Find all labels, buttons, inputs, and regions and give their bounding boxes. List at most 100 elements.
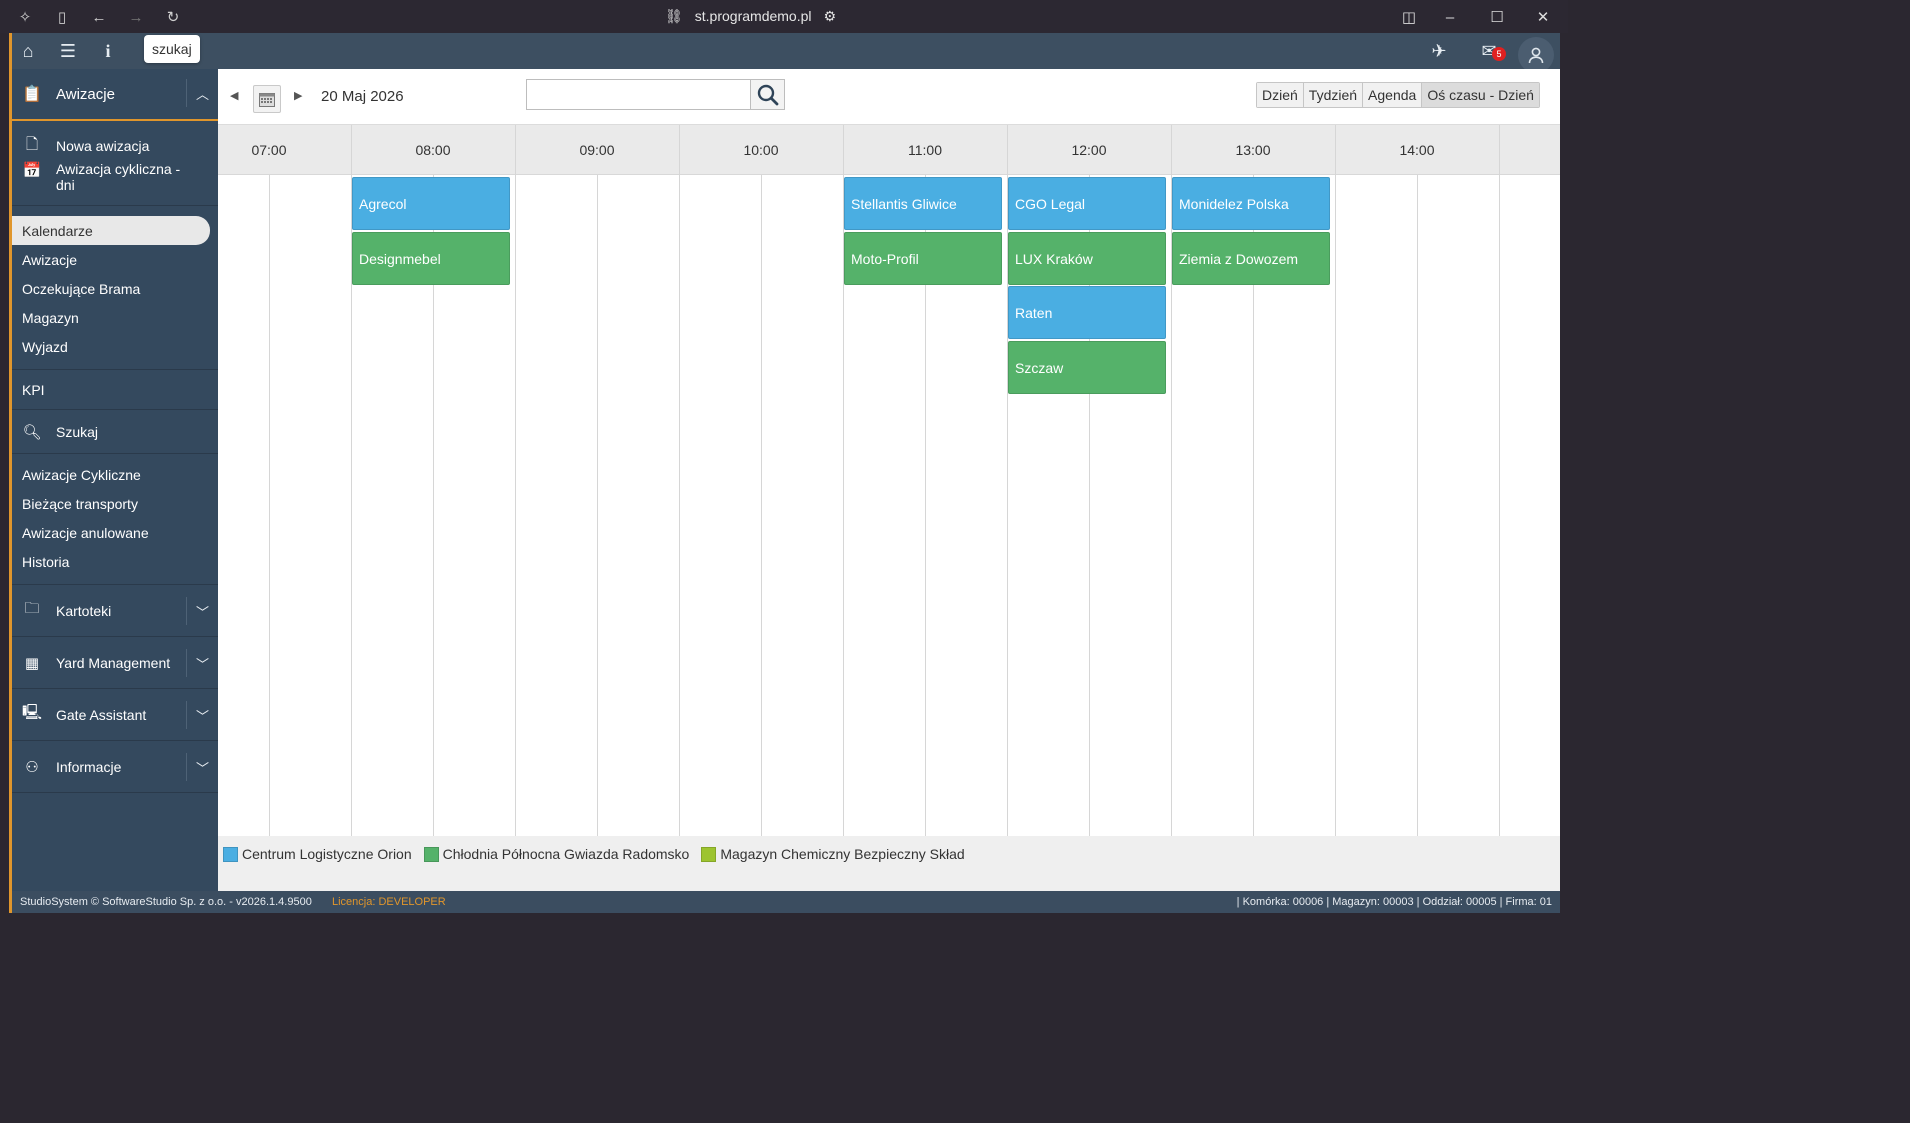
sidebar-item-awizacje-cykliczne[interactable]: Awizacje Cykliczne bbox=[12, 460, 218, 489]
close-window-icon[interactable]: ✕ bbox=[1532, 6, 1554, 28]
search-icon bbox=[757, 84, 778, 105]
sidebar-item-kalendarze[interactable]: Kalendarze bbox=[12, 216, 210, 245]
calendar-toolbar: ◀ ▶ 20 Maj 2026 Dzień Tydzień Agenda Oś … bbox=[218, 69, 1560, 124]
prev-day-icon[interactable]: ◀ bbox=[230, 89, 238, 102]
sidebar-section-gate-assistant[interactable]: 🖳 Gate Assistant ﹀ bbox=[12, 689, 218, 741]
legend-label: Centrum Logistyczne Orion bbox=[242, 846, 412, 862]
search-button[interactable] bbox=[750, 79, 785, 110]
calendar-event[interactable]: Agrecol bbox=[352, 177, 510, 230]
legend-swatch bbox=[701, 846, 717, 862]
sidebar-item-awizacje-anulowane[interactable]: Awizacje anulowane bbox=[12, 518, 218, 547]
user-avatar-icon[interactable] bbox=[1518, 37, 1554, 73]
legend-label: Magazyn Chemiczny Bezpieczny Skład bbox=[720, 846, 965, 862]
split-view-icon[interactable]: ◫ bbox=[1398, 6, 1420, 28]
sidebar-section-informacje[interactable]: ⚇ Informacje ﹀ bbox=[12, 741, 218, 793]
home-icon[interactable]: ⌂ bbox=[17, 41, 39, 61]
calendar-event[interactable]: Szczaw bbox=[1008, 340, 1166, 394]
link-icon: ⛓ bbox=[665, 7, 683, 24]
presenter-icon: 🖳 bbox=[22, 704, 43, 721]
sidebar-actions: 🗋 Nowa awizacja 📅 Awizacja cykliczna - d… bbox=[12, 121, 218, 206]
clipboard-icon: 📋 bbox=[22, 86, 42, 103]
folder-icon: 🗀 bbox=[24, 600, 40, 617]
browser-toolbar: ✧ ▯ ← → ↻ ⛓ st.programdemo.pl ⚙ ◫ – ☐ ✕ bbox=[0, 0, 1568, 33]
grid-line bbox=[1499, 125, 1500, 836]
forward-icon[interactable]: → bbox=[126, 7, 146, 27]
sidebar-item-wyjazd[interactable]: Wyjazd bbox=[12, 332, 218, 361]
sidebar-section-kartoteki[interactable]: 🗀 Kartoteki ﹀ bbox=[12, 585, 218, 637]
view-day-button[interactable]: Dzień bbox=[1257, 83, 1304, 107]
grid-line bbox=[761, 175, 762, 836]
chevron-down-icon[interactable]: ﹀ bbox=[186, 649, 218, 677]
copyright-text: StudioSystem © SoftwareStudio Sp. z o.o.… bbox=[20, 896, 312, 908]
chevron-down-icon[interactable]: ﹀ bbox=[186, 753, 218, 781]
calendar-event[interactable]: Stellantis Gliwice bbox=[844, 177, 1002, 230]
menu-collapse-icon[interactable]: ☰ bbox=[57, 41, 79, 61]
legend-item: Magazyn Chemiczny Bezpieczny Skład bbox=[701, 846, 965, 862]
sidebar-section-yard-management[interactable]: ▦ Yard Management ﹀ bbox=[12, 637, 218, 689]
calendar-event[interactable]: Ziemia z Dowozem bbox=[1172, 231, 1330, 285]
hour-label: 10:00 bbox=[743, 142, 779, 158]
plane-icon[interactable]: ✈ bbox=[1428, 41, 1450, 61]
calendar-event[interactable]: Raten bbox=[1008, 286, 1166, 339]
sidebar-item-szukaj[interactable]: 🔍︎ Szukaj bbox=[12, 410, 218, 454]
sidebar-header-label: Awizacje bbox=[56, 85, 115, 103]
sidebar: 📋 Awizacje ︿ 🗋 Nowa awizacja 📅 Awizacja … bbox=[12, 69, 218, 891]
app-topbar: ⌂ ☰ i szukaj ✈ ✉ 5 bbox=[12, 33, 1560, 73]
sidebar-item-awizacje[interactable]: Awizacje bbox=[12, 245, 218, 274]
sidebar-section-label: Informacje bbox=[56, 758, 122, 775]
chevron-down-icon[interactable]: ﹀ bbox=[186, 597, 218, 625]
calendar-event[interactable]: LUX Kraków bbox=[1008, 231, 1166, 285]
maximize-icon[interactable]: ☐ bbox=[1486, 6, 1508, 28]
minimize-icon[interactable]: – bbox=[1439, 6, 1461, 28]
grid-line bbox=[269, 175, 270, 836]
legend: Centrum Logistyczne Orion Chłodnia Północ… bbox=[218, 836, 1560, 891]
view-week-button[interactable]: Tydzień bbox=[1303, 83, 1364, 107]
calendar-plus-icon: 📅 bbox=[22, 162, 42, 179]
calendar-picker-button[interactable] bbox=[253, 85, 281, 113]
next-day-icon[interactable]: ▶ bbox=[294, 89, 302, 102]
sidebar-section-label: Yard Management bbox=[56, 654, 171, 671]
view-timeline-day-button[interactable]: Oś czasu - Dzień bbox=[1422, 83, 1539, 107]
sidebar-item-kpi[interactable]: KPI bbox=[12, 370, 218, 410]
sidebar-section-awizacje[interactable]: 📋 Awizacje ︿ bbox=[12, 69, 218, 121]
sidebar-item-awizacja-cykliczna[interactable]: 📅 Awizacja cykliczna - dni bbox=[12, 159, 218, 193]
sidebar-item-biezace-transporty[interactable]: Bieżące transporty bbox=[12, 489, 218, 518]
search-icon: 🔍︎ bbox=[22, 423, 42, 441]
hour-label: 13:00 bbox=[1235, 142, 1271, 158]
sidebar-history-group: Awizacje Cykliczne Bieżące transporty Aw… bbox=[12, 454, 218, 585]
site-settings-icon[interactable]: ⚙ bbox=[824, 8, 837, 25]
sidebar-section-label: Kartoteki bbox=[56, 602, 112, 619]
document-icon: 🗋 bbox=[25, 135, 39, 153]
reload-icon[interactable]: ↻ bbox=[163, 7, 183, 27]
back-icon[interactable]: ← bbox=[89, 7, 109, 27]
grid-line bbox=[597, 175, 598, 836]
info-icon[interactable]: i bbox=[97, 41, 119, 61]
sidebar-item-historia[interactable]: Historia bbox=[12, 547, 218, 576]
license-text: Licencja: DEVELOPER bbox=[332, 896, 446, 908]
grid-line bbox=[679, 125, 680, 836]
sitemap-icon: ⚇ bbox=[25, 758, 39, 776]
calendar-event[interactable]: Moto-Profil bbox=[844, 231, 1002, 285]
app-window: ⌂ ☰ i szukaj ✈ ✉ 5 📋 Awizacje ︿ 🗋 Nowa a… bbox=[9, 33, 1560, 913]
sidebar-item-nowa-awizacja[interactable]: 🗋 Nowa awizacja bbox=[12, 133, 218, 159]
hour-label: 07:00 bbox=[251, 142, 287, 158]
address-bar[interactable]: ⛓ st.programdemo.pl ⚙ bbox=[665, 6, 836, 26]
context-info: | Komórka: 00006 | Magazyn: 00003 | Oddz… bbox=[1236, 896, 1552, 908]
browser-logo-icon[interactable]: ✧ bbox=[15, 7, 35, 27]
hour-label: 14:00 bbox=[1399, 142, 1435, 158]
legend-swatch bbox=[223, 846, 238, 862]
chevron-down-icon[interactable]: ﹀ bbox=[186, 701, 218, 729]
sidebar-item-magazyn[interactable]: Magazyn bbox=[12, 303, 218, 332]
calendar-event[interactable]: Designmebel bbox=[352, 231, 510, 285]
grid-line bbox=[1335, 125, 1336, 836]
timeline-grid: 07:00 08:00 09:00 10:00 11:00 12:00 13:00 14:00… bbox=[218, 124, 1560, 836]
sidebar-toggle-icon[interactable]: ▯ bbox=[52, 7, 72, 27]
time-header: 07:00 08:00 09:00 10:00 11:00 12:00 13:00 14:00 bbox=[218, 125, 1560, 175]
calendar-event[interactable]: CGO Legal bbox=[1008, 177, 1166, 230]
legend-label: Chłodnia Północna Gwiazda Radomsko bbox=[442, 846, 690, 862]
sidebar-item-oczekujace-brama[interactable]: Oczekujące Brama bbox=[12, 274, 218, 303]
calendar-search-input[interactable] bbox=[526, 79, 751, 110]
chevron-up-icon[interactable]: ︿ bbox=[186, 79, 218, 107]
calendar-event[interactable]: Monidelez Polska bbox=[1172, 177, 1330, 230]
view-agenda-button[interactable]: Agenda bbox=[1363, 83, 1423, 107]
